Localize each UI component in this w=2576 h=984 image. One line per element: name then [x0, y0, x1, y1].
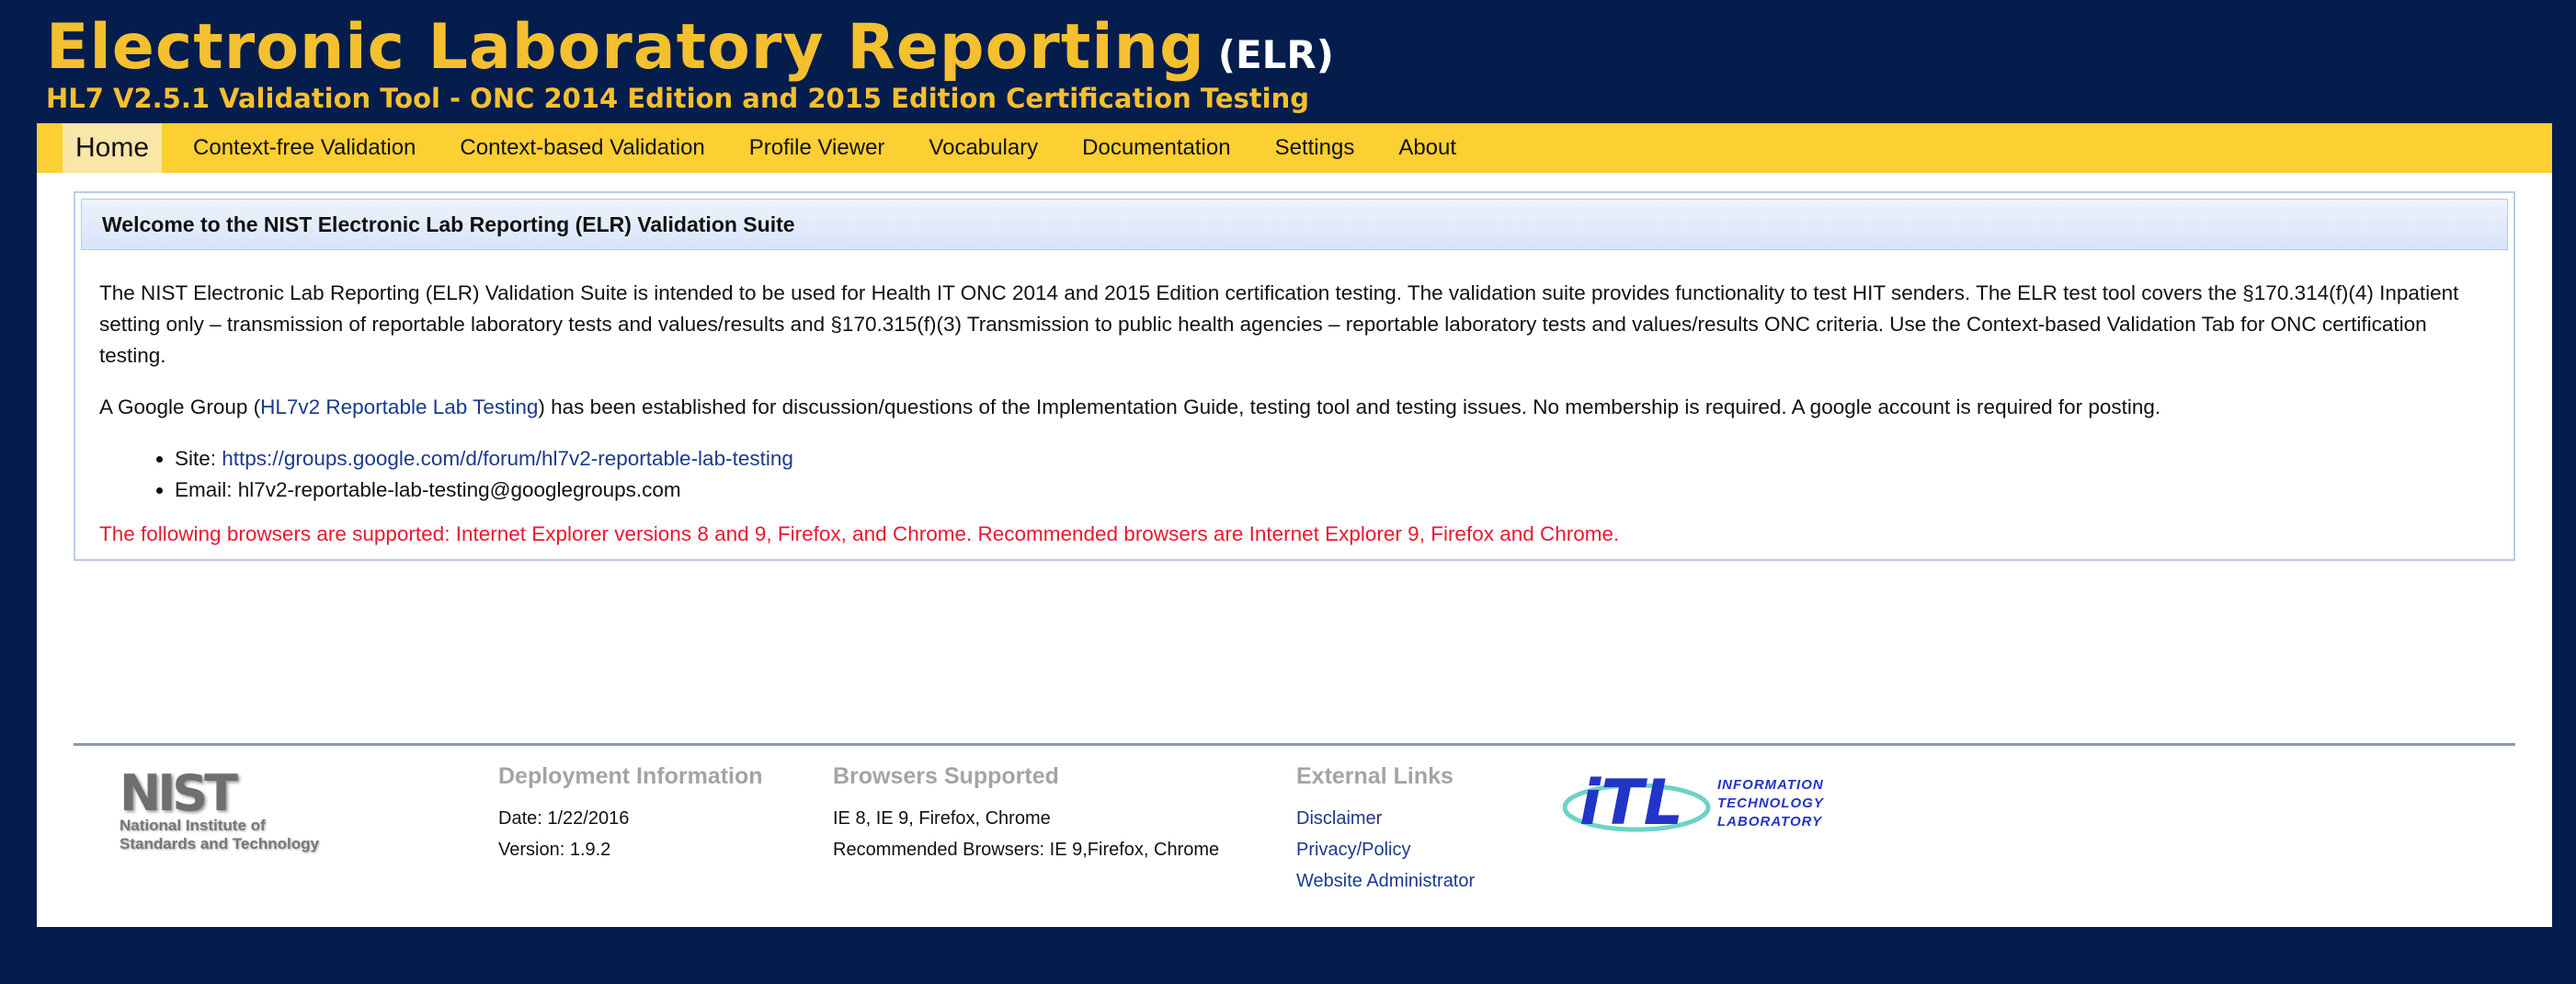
tab-about[interactable]: About: [1376, 123, 1478, 173]
group-contact-list: Site: https://groups.google.com/d/forum/…: [175, 443, 2491, 506]
nist-logo-line1: National Institute of: [120, 817, 266, 834]
tab-home[interactable]: Home: [63, 123, 163, 173]
list-item-email: Email: hl7v2-reportable-lab-testing@goog…: [175, 475, 2491, 506]
itl-logo-line3: LABORATORY: [1717, 814, 1823, 830]
content-area: Welcome to the NIST Electronic Lab Repor…: [37, 173, 2552, 927]
app-title-abbr: (ELR): [1217, 32, 1334, 77]
footer-divider: [74, 743, 2515, 746]
welcome-panel-heading: Welcome to the NIST Electronic Lab Repor…: [81, 199, 2508, 250]
itl-logo-line2: TECHNOLOGY: [1717, 795, 1825, 811]
page-header: Electronic Laboratory Reporting (ELR) HL7…: [46, 17, 1379, 115]
tab-context-based-validation[interactable]: Context-based Validation: [438, 123, 726, 173]
browsers-recommended: Recommended Browsers: IE 9,Firefox, Chro…: [833, 840, 1220, 860]
group-prefix: A Google Group (: [99, 395, 261, 418]
deployment-info: Deployment Information Date: 1/22/2016 V…: [498, 761, 763, 865]
intro-paragraph: The NIST Electronic Lab Reporting (ELR) …: [99, 281, 2459, 367]
tab-profile-viewer[interactable]: Profile Viewer: [727, 123, 907, 173]
nist-logo-word: NIST: [120, 764, 238, 822]
deployment-heading: Deployment Information: [498, 763, 763, 789]
itl-logo-mark: iTL: [1579, 767, 1683, 840]
browsers-supported-list: IE 8, IE 9, Firefox, Chrome: [833, 808, 1051, 829]
deployment-date: Date: 1/22/2016: [498, 808, 630, 829]
welcome-panel: Welcome to the NIST Electronic Lab Repor…: [74, 191, 2515, 561]
website-administrator-link[interactable]: Website Administrator: [1296, 865, 1475, 897]
disclaimer-link[interactable]: Disclaimer: [1296, 803, 1475, 834]
nist-logo[interactable]: NIST National Institute of Standards and…: [120, 764, 359, 872]
tab-vocabulary[interactable]: Vocabulary: [906, 123, 1060, 173]
external-links: External Links Disclaimer Privacy/Policy…: [1296, 761, 1475, 897]
app-title: Electronic Laboratory Reporting: [46, 11, 1205, 84]
browsers-supported: Browsers Supported IE 8, IE 9, Firefox, …: [833, 761, 1219, 865]
deployment-version: Version: 1.9.2: [498, 840, 611, 860]
google-group-paragraph: A Google Group (HL7v2 Reportable Lab Tes…: [99, 392, 2491, 423]
itl-logo-graphic: iTL INFORMATION TECHNOLOGY LABORATORY: [1562, 767, 1825, 840]
site-label: Site:: [175, 447, 222, 470]
browser-support-warning: The following browsers are supported: In…: [99, 522, 1620, 545]
welcome-panel-body: The NIST Electronic Lab Reporting (ELR) …: [75, 250, 2513, 550]
app-subtitle: HL7 V2.5.1 Validation Tool - ONC 2014 Ed…: [46, 83, 1309, 114]
main-nav: Home Context-free Validation Context-bas…: [37, 123, 2552, 173]
site-link[interactable]: https://groups.google.com/d/forum/hl7v2-…: [222, 447, 793, 470]
browsers-heading: Browsers Supported: [833, 763, 1059, 789]
tab-settings[interactable]: Settings: [1253, 123, 1377, 173]
tab-documentation[interactable]: Documentation: [1060, 123, 1252, 173]
itl-logo-line1: INFORMATION: [1717, 777, 1824, 793]
tab-context-free-validation[interactable]: Context-free Validation: [171, 123, 438, 173]
google-group-link[interactable]: HL7v2 Reportable Lab Testing: [260, 395, 538, 418]
external-links-heading: External Links: [1296, 763, 1453, 789]
group-suffix: ) has been established for discussion/qu…: [538, 395, 2161, 418]
privacy-policy-link[interactable]: Privacy/Policy: [1296, 834, 1475, 865]
itl-logo[interactable]: iTL INFORMATION TECHNOLOGY LABORATORY: [1562, 761, 1894, 844]
nist-logo-line2: Standards and Technology: [120, 835, 319, 852]
list-item-site: Site: https://groups.google.com/d/forum/…: [175, 443, 2491, 475]
title-line: Electronic Laboratory Reporting (ELR): [46, 17, 1379, 79]
